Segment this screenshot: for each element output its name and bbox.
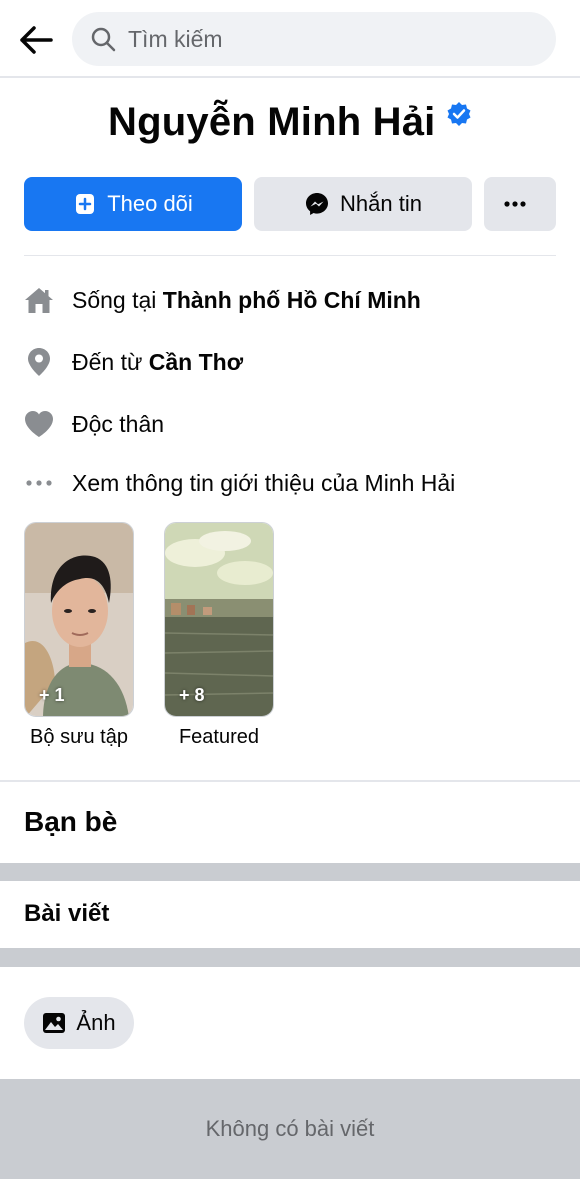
lives-prefix: Sống tại	[72, 286, 163, 313]
section-separator	[0, 948, 580, 967]
see-about-label: Xem thông tin giới thiệu của Minh Hải	[72, 469, 456, 496]
follow-button[interactable]: Theo dõi	[24, 177, 242, 231]
from-city[interactable]: Cần Thơ	[149, 349, 243, 376]
search-input[interactable]: Tìm kiếm	[128, 26, 223, 53]
ellipsis-icon	[24, 468, 54, 498]
empty-state: Không có bài viết	[0, 1079, 580, 1179]
section-divider	[0, 780, 580, 782]
top-bar: Tìm kiếm	[0, 0, 580, 78]
divider	[24, 255, 556, 256]
heart-icon	[24, 409, 54, 439]
photos-icon	[43, 1013, 66, 1033]
follow-plus-icon	[76, 194, 95, 214]
messenger-icon	[306, 193, 329, 215]
location-pin-icon	[24, 347, 54, 377]
intro-from: Đến từ Cần Thơ	[24, 342, 564, 382]
posts-section-title: Bài viết	[24, 900, 110, 927]
message-button[interactable]: Nhắn tin	[254, 177, 472, 231]
collection-label: Bộ sưu tập	[30, 726, 128, 748]
photos-filter-button[interactable]: Ảnh	[24, 997, 134, 1049]
intro-relationship: Độc thân	[24, 404, 564, 444]
message-label: Nhắn tin	[340, 191, 422, 216]
relationship-status: Độc thân	[72, 410, 165, 437]
back-arrow-icon	[20, 26, 53, 54]
collection-label: Featured	[178, 726, 260, 748]
collection-count: + 8	[179, 685, 205, 705]
see-about-link[interactable]: Xem thông tin giới thiệu của Minh Hải	[24, 463, 564, 503]
friends-section-title[interactable]: Bạn bè	[24, 806, 117, 838]
follow-label: Theo dõi	[107, 191, 193, 216]
more-dots-icon	[504, 201, 526, 207]
collection-card-2[interactable]: + 8	[164, 522, 274, 717]
profile-name: Nguyễn Minh Hải	[108, 100, 436, 144]
empty-state-text: Không có bài viết	[205, 1116, 375, 1141]
from-prefix: Đến từ	[72, 348, 149, 375]
verified-badge-icon	[447, 102, 471, 126]
collection-count: + 1	[39, 685, 65, 705]
home-icon	[24, 285, 54, 315]
lives-city[interactable]: Thành phố Hồ Chí Minh	[163, 287, 421, 314]
back-button[interactable]	[14, 18, 58, 62]
search-icon	[91, 27, 116, 52]
more-options-button[interactable]	[484, 177, 556, 231]
profile-header: Nguyễn Minh Hải	[0, 100, 580, 145]
intro-lives-in: Sống tại Thành phố Hồ Chí Minh	[24, 280, 564, 320]
section-separator	[0, 863, 580, 881]
photos-filter-label: Ảnh	[76, 1010, 116, 1035]
search-bar[interactable]: Tìm kiếm	[72, 12, 556, 66]
collection-card-1[interactable]: + 1	[24, 522, 134, 717]
